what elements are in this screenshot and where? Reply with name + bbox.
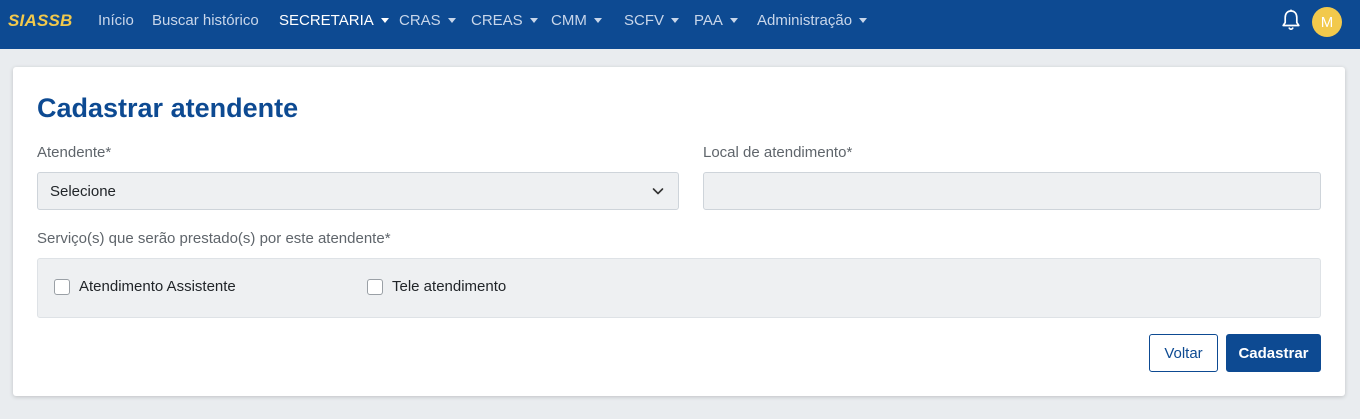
nav-cras-label: CRAS xyxy=(399,12,441,29)
nav-cmm[interactable]: CMM xyxy=(551,12,602,29)
chevron-down-icon xyxy=(652,188,664,195)
local-atendimento-label: Local de atendimento* xyxy=(703,144,853,161)
nav-buscar-historico-label: Buscar histórico xyxy=(152,12,259,29)
nav-cmm-label: CMM xyxy=(551,12,587,29)
nav-administracao-label: Administração xyxy=(757,12,853,29)
servicos-group: Atendimento Assistente Tele atendimento xyxy=(37,258,1321,318)
caret-down-icon xyxy=(859,18,868,23)
top-navbar: SIASSB Início Buscar histórico SECRETARI… xyxy=(0,0,1360,49)
atendente-select[interactable]: Selecione xyxy=(37,172,679,210)
caret-down-icon xyxy=(529,18,538,23)
nav-scfv[interactable]: SCFV xyxy=(624,12,680,29)
bell-icon[interactable] xyxy=(1281,9,1301,31)
page-title: Cadastrar atendente xyxy=(37,93,299,123)
nav-paa-label: PAA xyxy=(694,12,723,29)
nav-inicio[interactable]: Início xyxy=(98,12,134,29)
caret-down-icon xyxy=(593,18,602,23)
nav-creas[interactable]: CREAS xyxy=(471,12,538,29)
tele-atendimento-label: Tele atendimento xyxy=(392,278,507,295)
caret-down-icon xyxy=(380,18,389,23)
servico-tele-atendimento[interactable]: Tele atendimento xyxy=(367,278,506,295)
atendente-label: Atendente* xyxy=(37,144,112,161)
nav-inicio-label: Início xyxy=(98,12,134,29)
atendimento-assistente-checkbox[interactable] xyxy=(54,278,70,295)
caret-down-icon xyxy=(671,18,680,23)
nav-paa[interactable]: PAA xyxy=(694,12,738,29)
nav-secretaria[interactable]: SECRETARIA xyxy=(279,12,389,29)
voltar-button[interactable]: Voltar xyxy=(1149,334,1218,372)
tele-atendimento-checkbox[interactable] xyxy=(367,278,383,295)
nav-administracao[interactable]: Administração xyxy=(757,12,868,29)
local-atendimento-input[interactable] xyxy=(703,172,1321,210)
brand-logo[interactable]: SIASSB xyxy=(8,11,73,31)
cadastrar-button[interactable]: Cadastrar xyxy=(1226,334,1321,372)
nav-creas-label: CREAS xyxy=(471,12,523,29)
nav-cras[interactable]: CRAS xyxy=(399,12,456,29)
nav-scfv-label: SCFV xyxy=(624,12,665,29)
nav-buscar-historico[interactable]: Buscar histórico xyxy=(152,12,259,29)
atendente-select-value: Selecione xyxy=(50,182,116,200)
atendimento-assistente-label: Atendimento Assistente xyxy=(79,278,236,295)
caret-down-icon xyxy=(729,18,738,23)
caret-down-icon xyxy=(447,18,456,23)
servicos-label: Serviço(s) que serão prestado(s) por est… xyxy=(37,230,391,247)
nav-secretaria-label: SECRETARIA xyxy=(279,12,374,29)
servico-atendimento-assistente[interactable]: Atendimento Assistente xyxy=(54,278,236,295)
form-card: Cadastrar atendente Atendente* Selecione… xyxy=(13,67,1345,396)
user-avatar[interactable]: M xyxy=(1312,7,1342,37)
